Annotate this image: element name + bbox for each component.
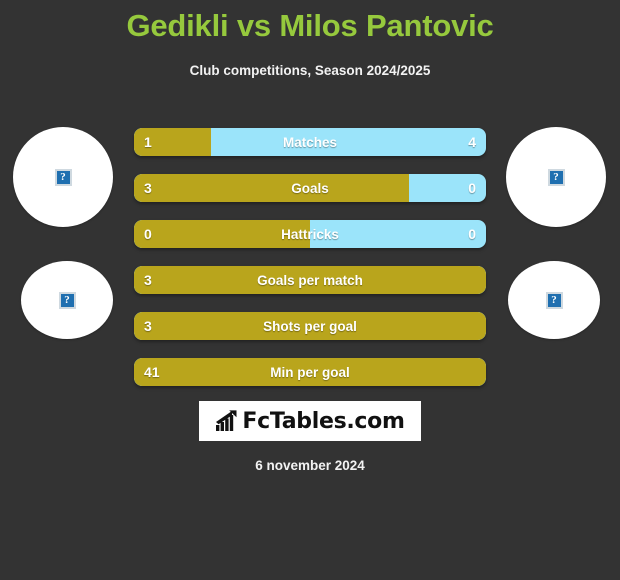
home-bar-fill (134, 220, 310, 248)
away-value: 0 (468, 180, 476, 196)
stat-row-goals-per-match: 3 Goals per match (134, 266, 486, 294)
broken-image-icon: ? (58, 291, 76, 309)
home-bar-fill (134, 128, 212, 156)
report-date: 6 november 2024 (255, 458, 365, 473)
stat-row-min-per-goal: 41 Min per goal (134, 358, 486, 386)
away-value: 4 (468, 134, 476, 150)
fctables-logo[interactable]: FcTables.com (199, 401, 421, 441)
away-club-logo: ? (508, 261, 600, 339)
stat-row-hattricks: 0 Hattricks 0 (134, 220, 486, 248)
broken-image-icon: ? (545, 291, 563, 309)
stat-bar-list: 1 Matches 4 3 Goals 0 0 Hattricks 0 3 Go… (134, 128, 486, 404)
away-value: 0 (468, 226, 476, 242)
home-bar-fill (134, 174, 409, 202)
away-player-photo: ? (506, 127, 606, 227)
home-bar-fill (134, 266, 486, 294)
broken-image-icon: ? (54, 168, 72, 186)
home-club-logo: ? (21, 261, 113, 339)
page-title: Gedikli vs Milos Pantovic (126, 8, 494, 43)
stat-comparison-card: Gedikli vs Milos Pantovic Club competiti… (0, 0, 620, 580)
bar-chart-arrow-icon (216, 410, 237, 431)
home-bar-fill (134, 358, 486, 386)
stat-row-goals: 3 Goals 0 (134, 174, 486, 202)
page-subtitle: Club competitions, Season 2024/2025 (189, 63, 431, 78)
broken-image-icon: ? (547, 168, 565, 186)
stat-row-shots-per-goal: 3 Shots per goal (134, 312, 486, 340)
stat-row-matches: 1 Matches 4 (134, 128, 486, 156)
home-player-photo: ? (13, 127, 113, 227)
logo-text: FcTables.com (242, 408, 405, 434)
home-bar-fill (134, 312, 486, 340)
